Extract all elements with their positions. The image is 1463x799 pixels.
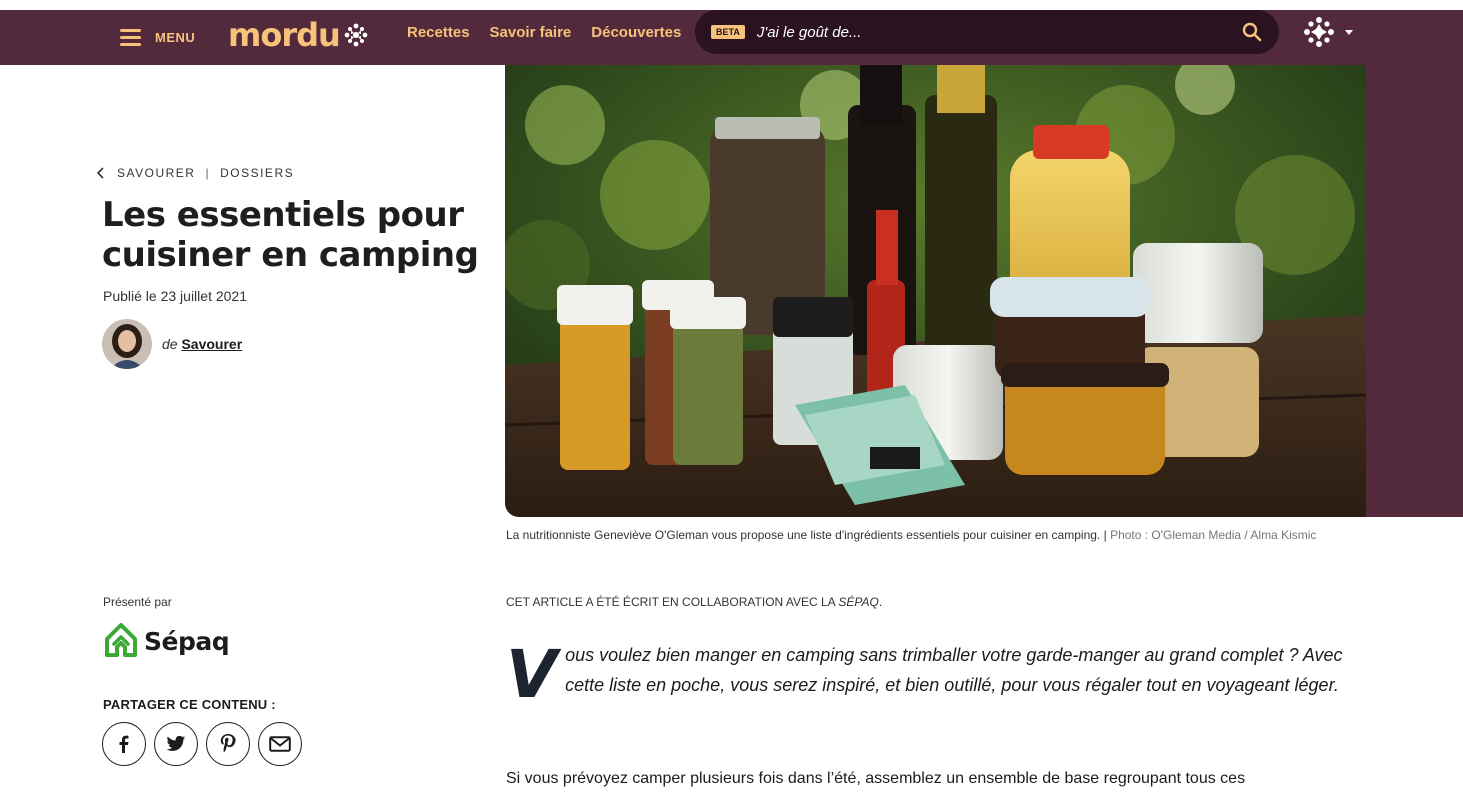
breadcrumb-dossiers[interactable]: DOSSIERS xyxy=(220,166,294,180)
nav-item-savoir-faire[interactable]: Savoir faire xyxy=(490,24,572,41)
breadcrumb-savourer[interactable]: SAVOURER xyxy=(117,166,195,180)
dropcap: V xyxy=(506,636,558,713)
avatar[interactable] xyxy=(102,319,152,369)
email-icon xyxy=(269,736,291,752)
article-paragraph: Si vous prévoyez camper plusieurs fois d… xyxy=(506,770,1246,787)
publish-date: Publié le 23 juillet 2021 xyxy=(103,288,247,304)
search-input[interactable] xyxy=(756,23,1231,41)
nav-item-decouvertes[interactable]: Découvertes xyxy=(591,24,681,41)
chevron-down-icon xyxy=(1345,29,1353,35)
cbc-menu-button[interactable] xyxy=(1303,16,1353,48)
main-nav: Recettes Savoir faire Découvertes xyxy=(407,24,681,41)
breadcrumb-separator: | xyxy=(205,166,211,180)
share-twitter-button[interactable] xyxy=(154,722,198,766)
photo-credit: Photo : O'Gleman Media / Alma Kismic xyxy=(1110,528,1317,542)
radio-canada-gem-icon xyxy=(344,23,368,47)
facebook-icon xyxy=(119,735,129,753)
caption-text: La nutritionniste Geneviève O'Gleman vou… xyxy=(506,528,1101,542)
collab-partner: SÉPAQ xyxy=(838,595,879,609)
sepaq-mark-icon xyxy=(105,623,137,657)
share-email-button[interactable] xyxy=(258,722,302,766)
breadcrumb: SAVOURER | DOSSIERS xyxy=(97,166,294,180)
lead-text: ous voulez bien manger en camping sans t… xyxy=(565,645,1343,695)
beta-badge: BETA xyxy=(711,25,745,39)
hamburger-icon xyxy=(120,28,141,46)
camping-ingredients-photo xyxy=(505,65,1366,517)
collab-prefix: CET ARTICLE A ÉTÉ ÉCRIT EN COLLABORATION… xyxy=(506,595,835,609)
nav-item-recettes[interactable]: Recettes xyxy=(407,24,470,41)
author-prefix: de xyxy=(162,336,178,352)
menu-label: MENU xyxy=(155,29,196,45)
chevron-left-icon[interactable] xyxy=(97,167,105,179)
author-block: de Savourer xyxy=(102,319,242,369)
sponsor-label: Présenté par xyxy=(103,595,172,609)
cbc-gem-icon xyxy=(1304,17,1334,47)
collaboration-note: CET ARTICLE A ÉTÉ ÉCRIT EN COLLABORATION… xyxy=(506,595,882,609)
sepaq-wordmark: Sépaq xyxy=(144,626,230,656)
search-bar: BETA xyxy=(695,10,1279,54)
share-buttons xyxy=(102,722,302,766)
hero-caption: La nutritionniste Geneviève O'Gleman vou… xyxy=(506,527,1366,544)
twitter-icon xyxy=(166,735,186,751)
hero-image xyxy=(505,65,1366,517)
logo-wordmark: mordu xyxy=(228,16,341,54)
article-lead: V ous voulez bien manger en camping sans… xyxy=(506,636,1376,713)
author-link[interactable]: Savourer xyxy=(181,336,242,352)
share-label: PARTAGER CE CONTENU : xyxy=(103,697,276,712)
site-header: MENU mordu Recettes Savoir faire Découve… xyxy=(0,0,1463,65)
search-icon[interactable] xyxy=(1231,11,1273,53)
sepaq-logo[interactable]: Sépaq xyxy=(102,622,230,660)
pinterest-icon xyxy=(220,734,236,753)
share-pinterest-button[interactable] xyxy=(206,722,250,766)
author-byline: de Savourer xyxy=(162,336,242,352)
collab-period: . xyxy=(878,595,883,609)
page-title: Les essentiels pour cuisiner en camping xyxy=(102,195,479,275)
hero-backdrop xyxy=(1366,65,1463,517)
menu-button[interactable]: MENU xyxy=(120,22,195,52)
share-facebook-button[interactable] xyxy=(102,722,146,766)
mordu-logo[interactable]: mordu xyxy=(228,12,368,58)
